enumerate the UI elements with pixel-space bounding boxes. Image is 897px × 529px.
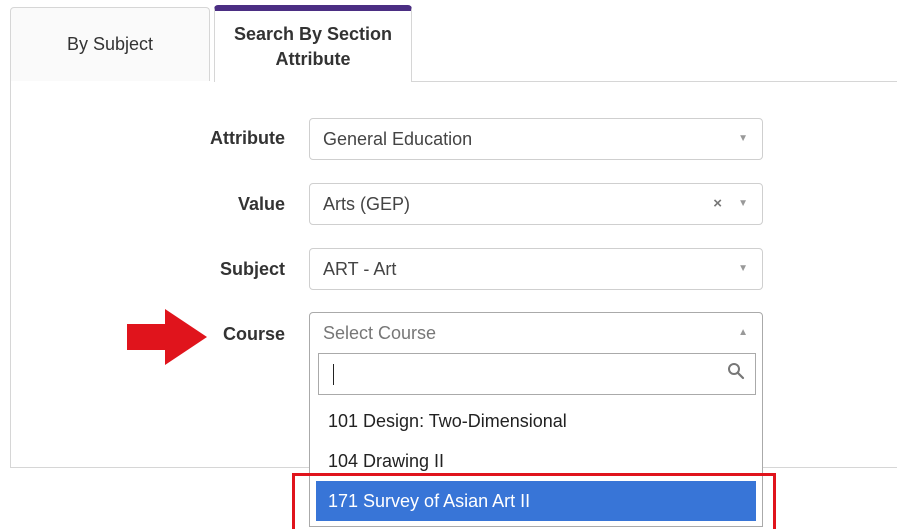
- search-icon: [727, 362, 745, 385]
- tab-attribute-label: Search By Section Attribute: [233, 23, 393, 69]
- attribute-select[interactable]: General Education ▼: [309, 118, 763, 160]
- attribute-select-value: General Education: [323, 129, 473, 149]
- course-search-input[interactable]: [318, 353, 756, 395]
- tab-by-subject-label: By Subject: [66, 34, 154, 54]
- subject-select-value: ART - Art: [323, 259, 397, 279]
- value-select[interactable]: Arts (GEP) × ▼: [309, 183, 763, 225]
- course-select-placeholder: Select Course: [323, 323, 437, 343]
- clear-x-icon[interactable]: ×: [713, 195, 722, 212]
- chevron-up-icon: ▲: [738, 327, 748, 338]
- chevron-down-icon: ▼: [738, 263, 748, 274]
- subject-select[interactable]: ART - Art ▼: [309, 248, 763, 290]
- subject-label: Subject: [219, 259, 285, 279]
- value-select-value: Arts (GEP): [323, 194, 411, 214]
- chevron-down-icon: ▼: [738, 133, 748, 144]
- text-cursor: [333, 364, 334, 385]
- red-arrow-icon: [127, 309, 207, 365]
- value-label: Value: [237, 194, 285, 214]
- course-option[interactable]: 101 Design: Two-Dimensional: [316, 401, 756, 441]
- tab-search-by-section-attribute[interactable]: Search By Section Attribute: [214, 5, 412, 82]
- tab-by-subject[interactable]: By Subject: [10, 7, 210, 81]
- course-select[interactable]: Select Course ▲: [309, 312, 763, 352]
- course-option-label: 101 Design: Two-Dimensional: [328, 410, 567, 431]
- course-option-label: 104 Drawing II: [328, 450, 445, 471]
- attribute-label: Attribute: [210, 128, 285, 148]
- chevron-down-icon: ▼: [738, 198, 748, 209]
- highlight-box: [292, 473, 776, 529]
